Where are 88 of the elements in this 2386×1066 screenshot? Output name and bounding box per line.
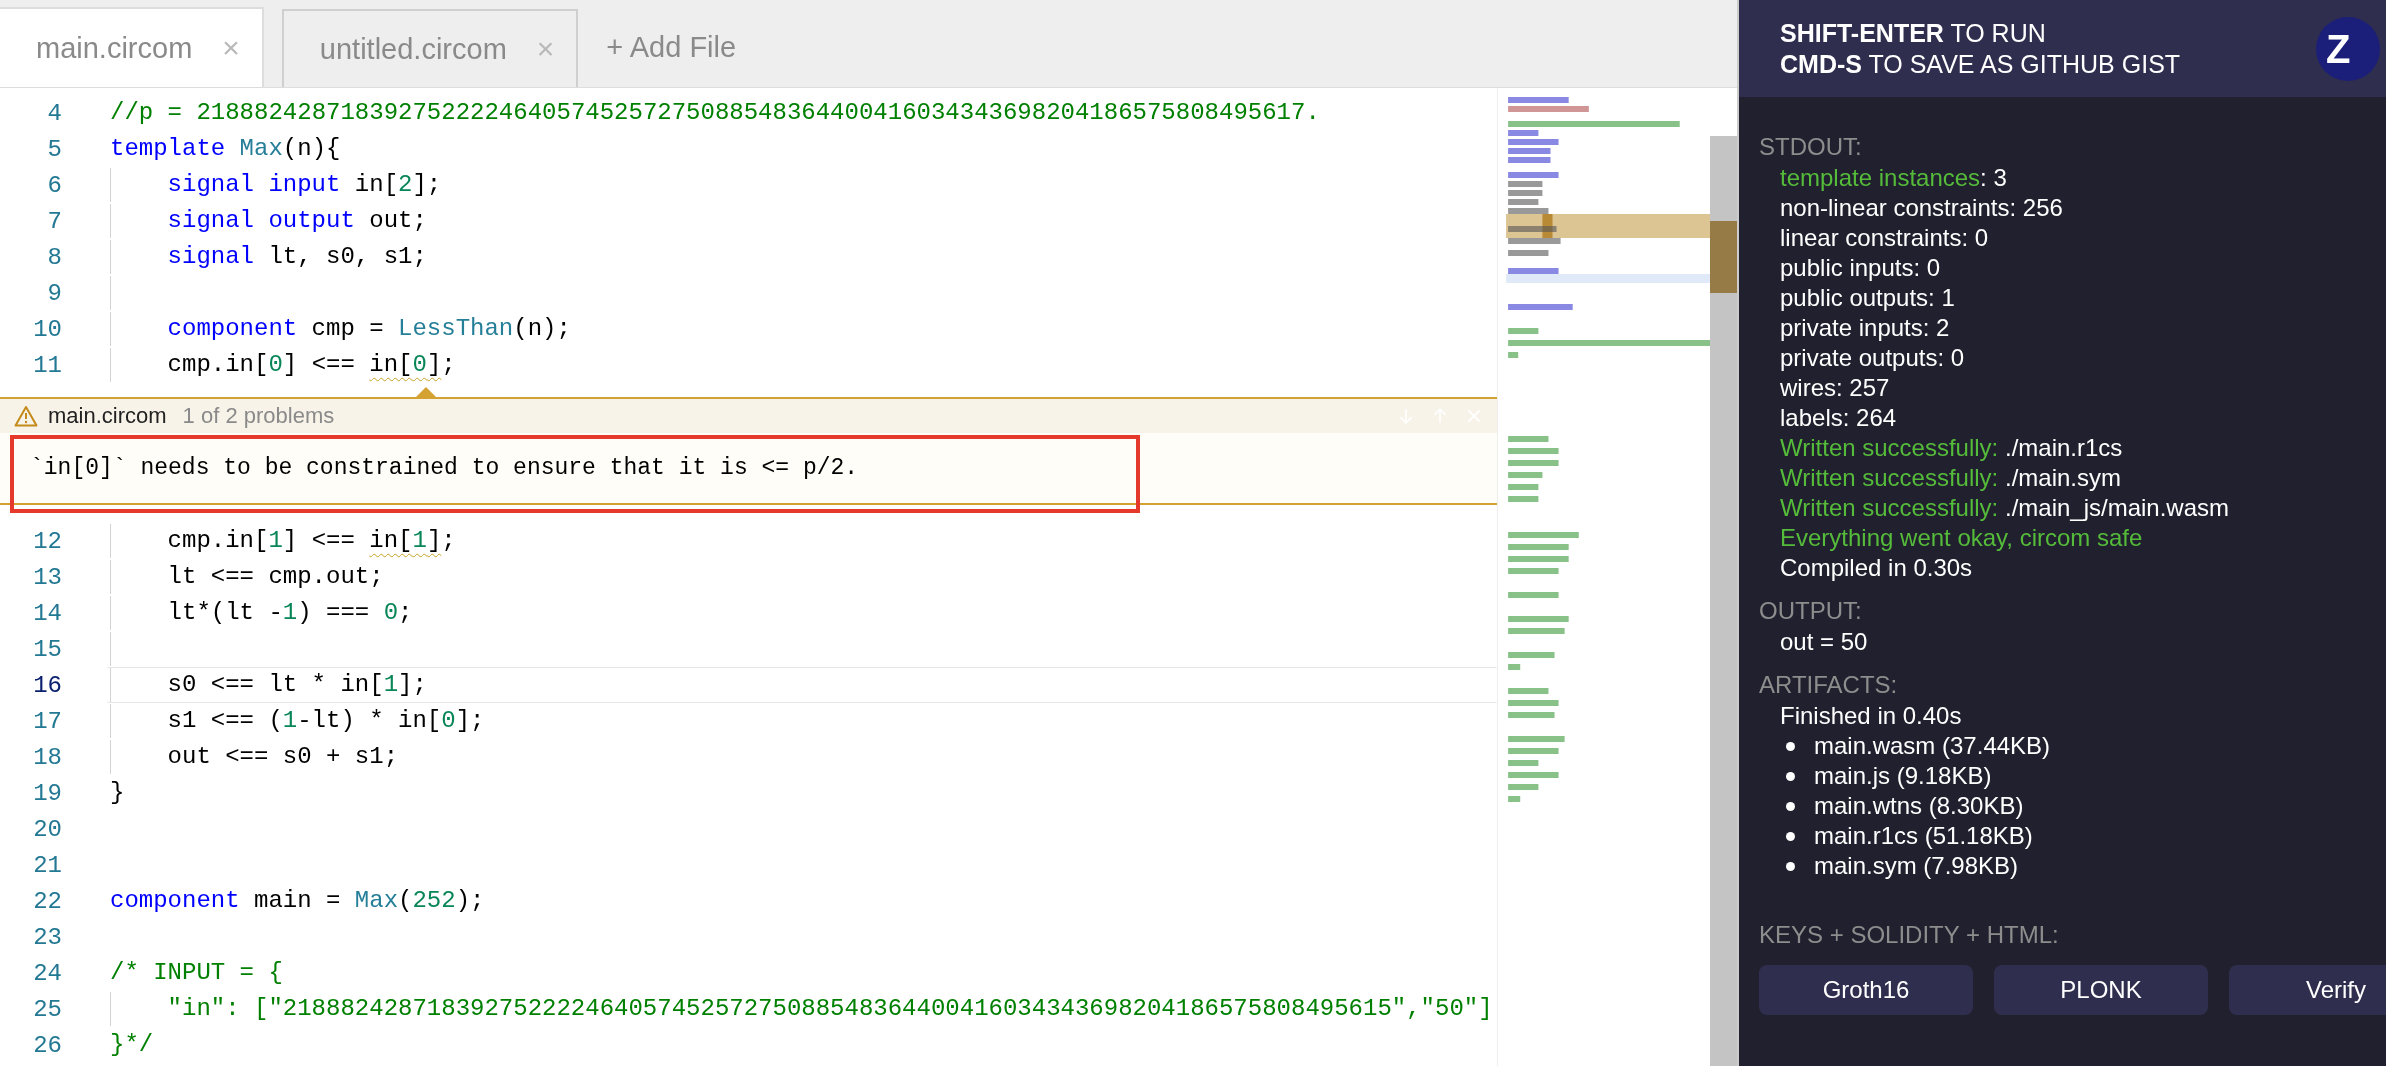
code-line: }*/	[110, 1030, 154, 1060]
action-button[interactable]: Groth16	[1759, 965, 1973, 1015]
section-title: ARTIFACTS:	[1759, 670, 1899, 700]
log-line: template instances: 3	[1779, 163, 2008, 193]
code-line: component main = Max(252);	[110, 886, 485, 916]
log-line: wires: 257	[1779, 373, 1891, 403]
file-tab[interactable]: untitled.circom ×	[281, 9, 579, 87]
line-number: 14	[32, 599, 62, 627]
problem-count: 1 of 2 problems	[182, 403, 335, 429]
bullet-icon	[1786, 801, 1795, 811]
code-line: "in": ["21888242871839275222246405745257275088548364400416034343698204186575808495615","50"]	[110, 992, 1493, 1026]
section-title: OUTPUT:	[1759, 596, 1863, 626]
artifact-item: main.wtns (8.30KB)	[1814, 792, 2024, 820]
log-line: Finished in 0.40s	[1779, 701, 1963, 731]
minimap[interactable]	[1497, 88, 1710, 1066]
logo[interactable]: Z	[2316, 17, 2380, 81]
line-number: 19	[32, 779, 62, 807]
log-line: Written successfully: ./main.sym	[1779, 463, 2122, 493]
shortcut-hint: SHIFT-ENTER TO RUN	[1780, 17, 2046, 49]
code-line: template Max(n){	[110, 134, 341, 164]
code-line: /* INPUT = {	[110, 958, 283, 988]
line-number: 7	[46, 207, 62, 235]
bullet-icon	[1786, 741, 1795, 751]
line-number: 8	[46, 243, 62, 271]
line-number: 6	[46, 171, 62, 199]
action-button[interactable]: Verify	[2229, 965, 2386, 1015]
action-button[interactable]: PLONK	[1994, 965, 2208, 1015]
line-number: 25	[32, 995, 62, 1023]
code-line: s1 <== (1-lt) * in[0];	[110, 704, 485, 738]
bullet-icon	[1786, 861, 1795, 871]
line-number: 16	[32, 671, 62, 699]
section-title: KEYS + SOLIDITY + HTML:	[1759, 920, 2060, 950]
line-number: 20	[32, 815, 62, 843]
line-number: 11	[32, 351, 62, 379]
log-line: Everything went okay, circom safe	[1779, 523, 2144, 553]
log-line: public outputs: 1	[1779, 283, 1956, 313]
code-line: component cmp = LessThan(n);	[110, 312, 571, 346]
line-number: 15	[32, 635, 62, 663]
log-line: out = 50	[1779, 627, 1869, 657]
line-number: 12	[32, 527, 62, 555]
warning-icon	[14, 405, 38, 427]
line-number: 26	[32, 1031, 62, 1059]
section-title: STDOUT:	[1759, 132, 1863, 162]
add-file-button[interactable]: + Add File	[606, 31, 737, 64]
artifact-item: main.js (9.18KB)	[1814, 762, 1992, 790]
code-line: cmp.in[0] <== in[0];	[110, 348, 456, 382]
code-line: lt <== cmp.out;	[110, 560, 384, 594]
log-line: Written successfully: ./main_js/main.wasm	[1779, 493, 2231, 523]
code-line: }	[110, 778, 125, 808]
line-number: 21	[32, 851, 62, 879]
line-number: 17	[32, 707, 62, 735]
line-number: 10	[32, 315, 62, 343]
scrollbar-thumb[interactable]	[1710, 221, 1737, 293]
line-number: 5	[46, 135, 62, 163]
line-number: 24	[32, 959, 62, 987]
log-line: labels: 264	[1779, 403, 1898, 433]
code-line: signal output out;	[110, 204, 427, 238]
code-line: signal input in[2];	[110, 168, 442, 202]
scrollbar[interactable]	[1710, 136, 1737, 1066]
bullet-icon	[1786, 831, 1795, 841]
close-button[interactable]: ×	[222, 31, 240, 65]
log-line: Written successfully: ./main.r1cs	[1779, 433, 2124, 463]
line-number: 18	[32, 743, 62, 771]
code-line: //p = 21888242871839275222246405745257275088548364400416034343698204186575808495617.	[110, 98, 1320, 128]
artifact-item: main.sym (7.98KB)	[1814, 852, 2019, 880]
line-number: 22	[32, 887, 62, 915]
code-line: s0 <== lt * in[1];	[110, 668, 427, 702]
log-line: linear constraints: 0	[1779, 223, 1990, 253]
problem-message: `in[0]` needs to be constrained to ensure that it is <= p/2.	[0, 433, 1497, 503]
artifact-item: main.r1cs (51.18KB)	[1814, 822, 2033, 850]
code-line: lt*(lt -1) === 0;	[110, 596, 413, 630]
log-line: public inputs: 0	[1779, 253, 1942, 283]
code-line: out <== s0 + s1;	[110, 740, 399, 774]
problem-file: main.circom	[48, 403, 167, 429]
shortcut-hint: CMD-S TO SAVE AS GITHUB GIST	[1780, 48, 2181, 80]
code-line: signal lt, s0, s1;	[110, 240, 427, 274]
log-line: private outputs: 0	[1779, 343, 1966, 373]
code-line: cmp.in[1] <== in[1];	[110, 524, 456, 558]
line-number: 9	[46, 279, 62, 307]
artifact-item: main.wasm (37.44KB)	[1814, 732, 2051, 760]
line-number: 13	[32, 563, 62, 591]
log-line: Compiled in 0.30s	[1779, 553, 1974, 583]
line-number: 4	[46, 99, 62, 127]
file-tab[interactable]: main.circom ×	[0, 7, 264, 87]
line-number: 23	[32, 923, 62, 951]
log-line: private inputs: 2	[1779, 313, 1951, 343]
log-line: non-linear constraints: 256	[1779, 193, 2064, 223]
bullet-icon	[1786, 771, 1795, 781]
